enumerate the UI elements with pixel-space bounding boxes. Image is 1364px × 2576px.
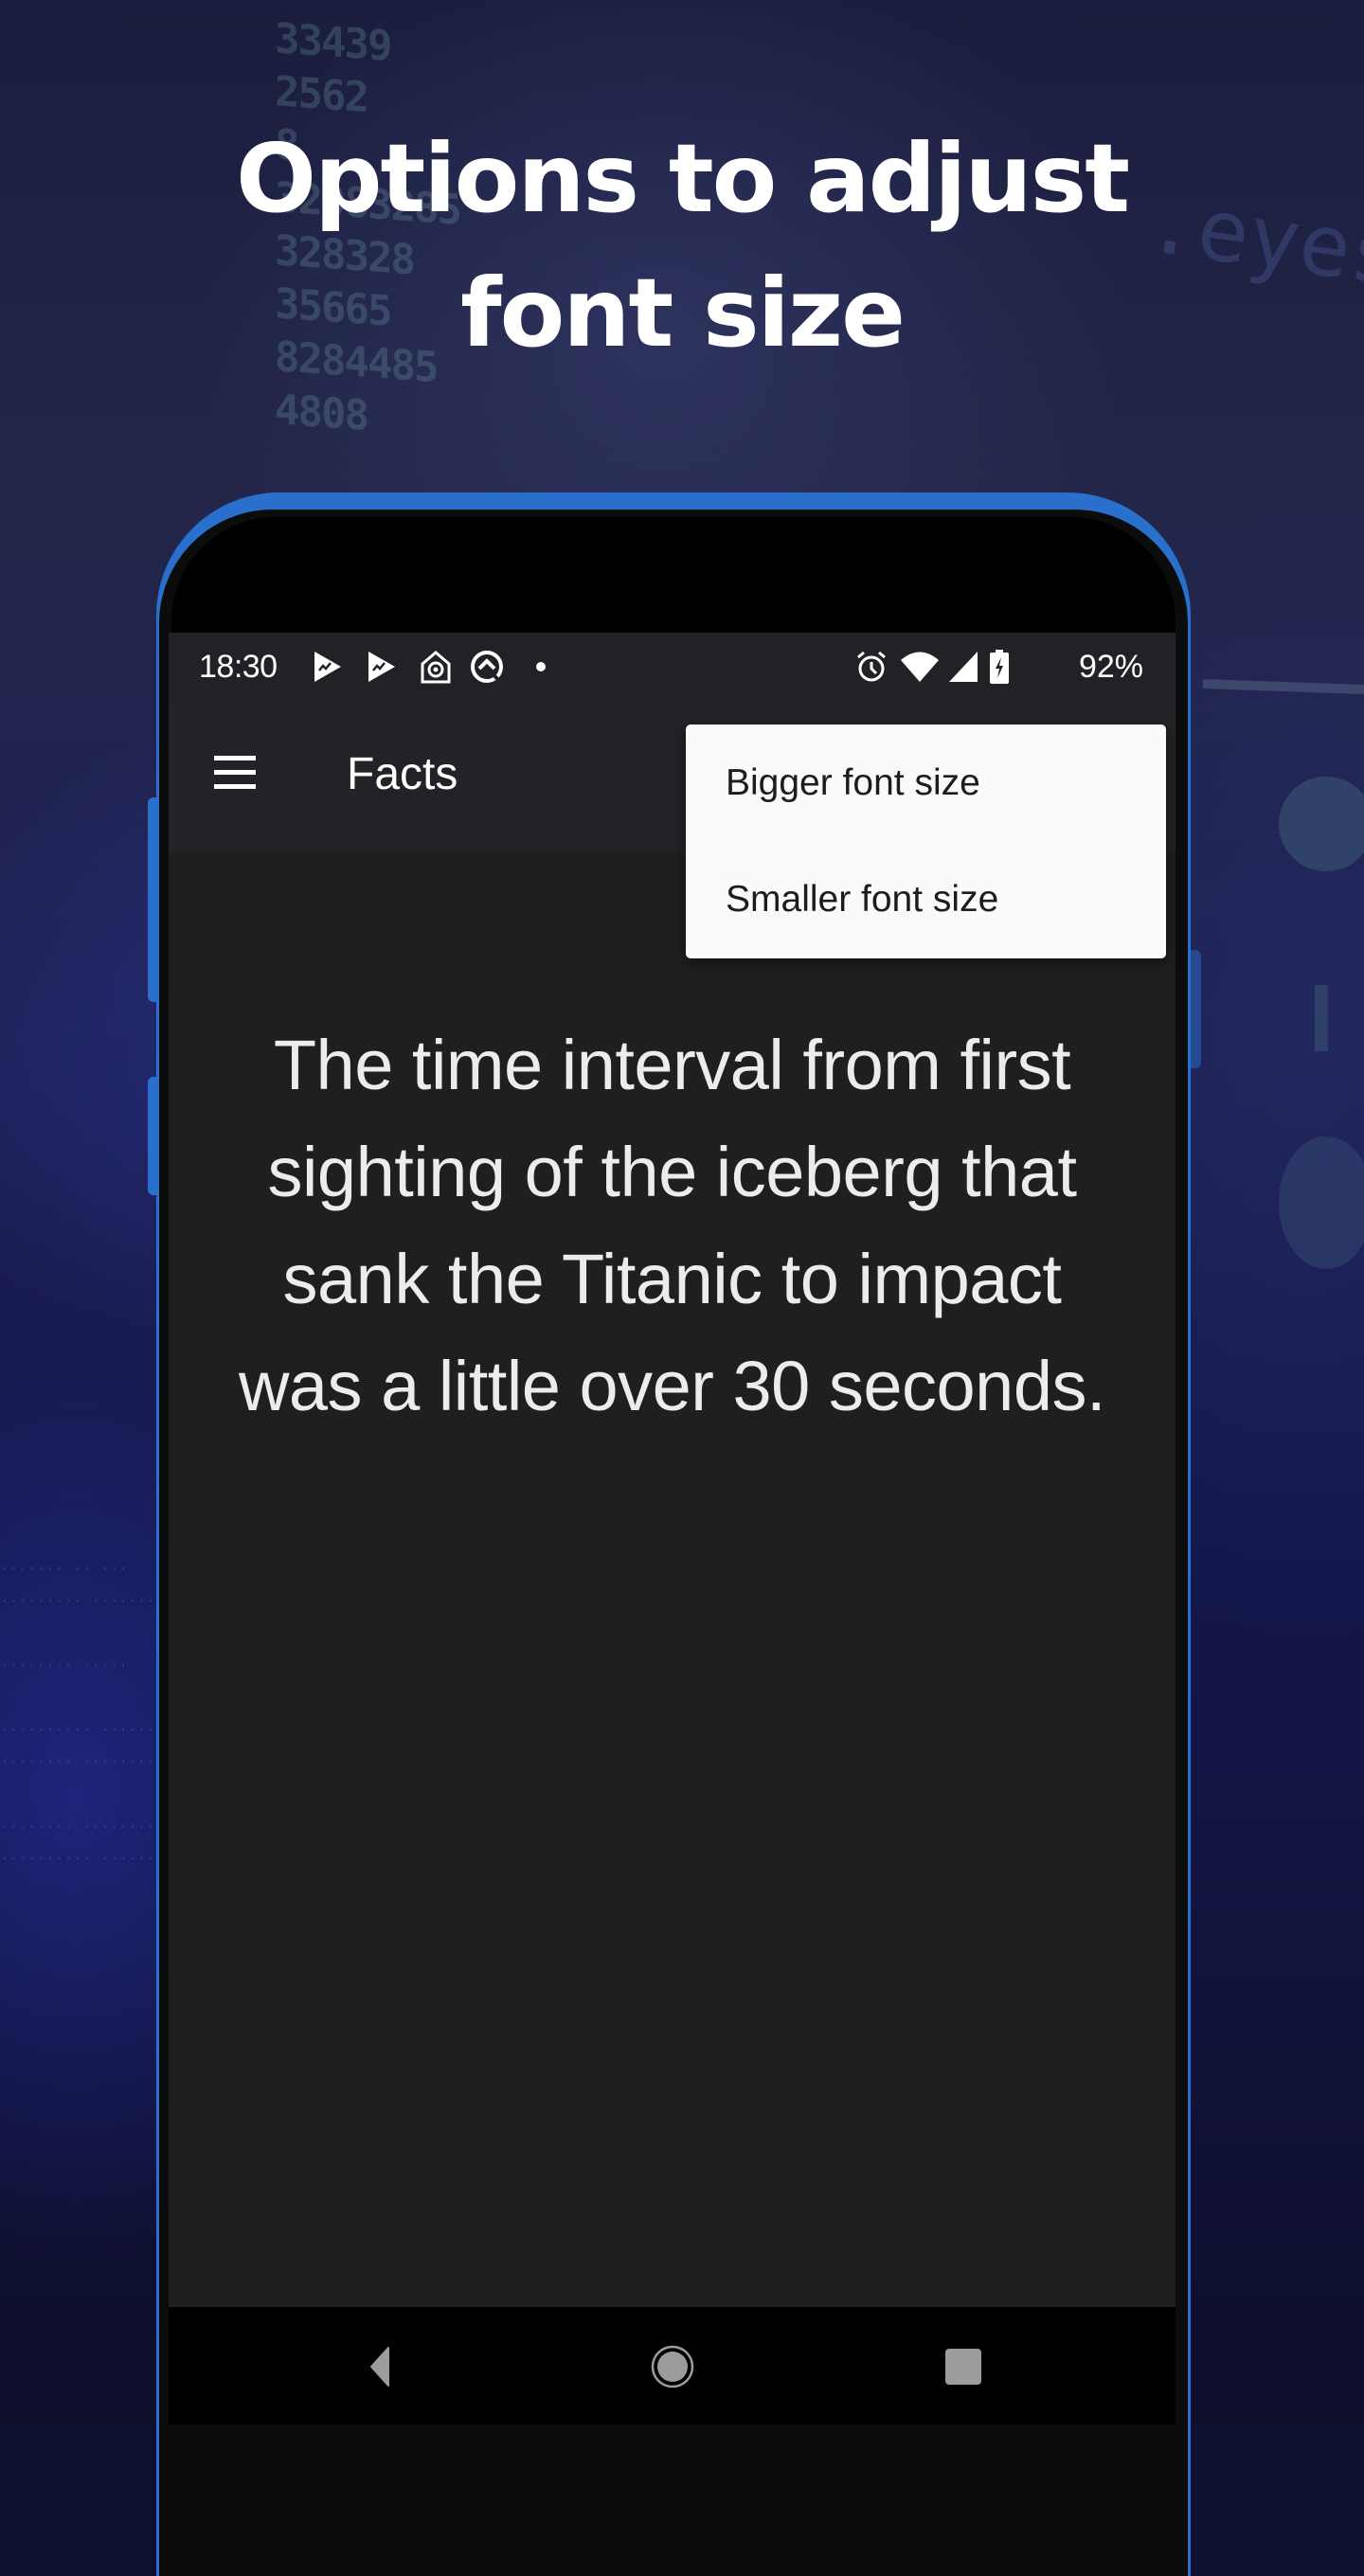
font-size-menu: Bigger font size Smaller font size (686, 724, 1166, 958)
play-store-icon (314, 652, 341, 682)
phone-top-bezel (171, 517, 1176, 650)
fact-content: The time interval from first sighting of… (169, 852, 1176, 2307)
phone-side-button-right (1191, 950, 1201, 1068)
app-title: Facts (347, 749, 458, 799)
phone-screen: 18:30 92% Facts The time interval from f… (169, 633, 1176, 2424)
status-time: 18:30 (199, 649, 278, 685)
battery-charging-icon (990, 650, 1009, 684)
home-icon[interactable] (644, 2345, 701, 2388)
cell-signal-icon (949, 652, 978, 682)
headline-line-2: font size (460, 258, 906, 368)
play-store-icon (368, 652, 395, 682)
wifi-icon (901, 652, 939, 682)
fact-text: The time interval from first sighting of… (238, 1026, 1106, 1425)
menu-item-bigger-font[interactable]: Bigger font size (686, 724, 1166, 841)
notification-dot-icon (536, 662, 546, 671)
q-circle-icon (471, 651, 503, 683)
back-icon[interactable] (352, 2345, 409, 2388)
status-bar: 18:30 92% (169, 633, 1176, 701)
headline-line-1: Options to adjust (235, 123, 1130, 234)
menu-item-smaller-font[interactable]: Smaller font size (686, 841, 1166, 957)
promo-headline: Options to adjust font size (0, 112, 1364, 381)
menu-item-label: Smaller font size (726, 878, 999, 920)
home-camera-icon (421, 651, 451, 684)
recents-icon[interactable] (934, 2345, 991, 2388)
hamburger-menu-icon[interactable] (210, 750, 260, 796)
alarm-icon (857, 651, 886, 682)
navigation-bar (169, 2307, 1176, 2424)
battery-percent: 92% (1078, 649, 1143, 685)
menu-item-label: Bigger font size (726, 761, 980, 803)
